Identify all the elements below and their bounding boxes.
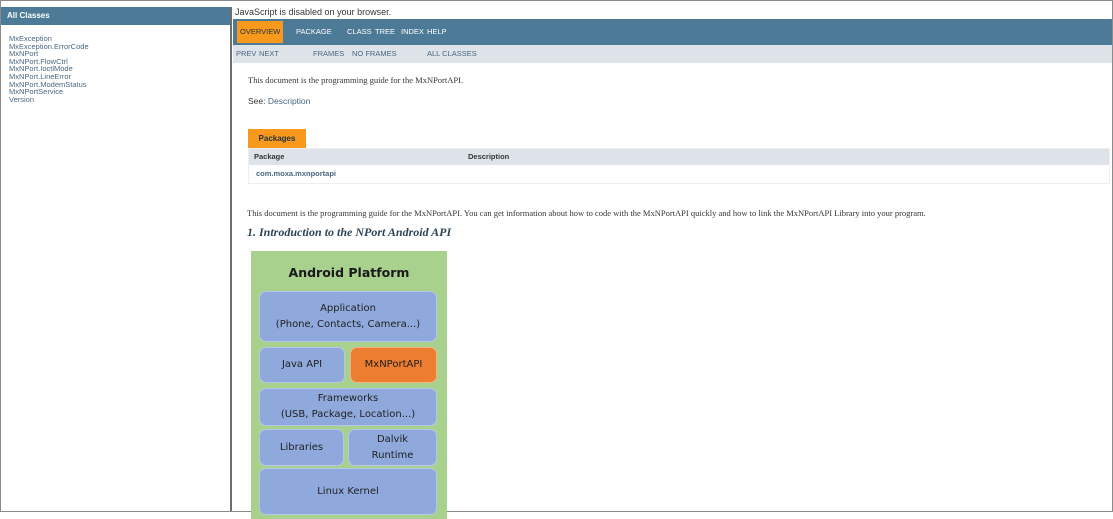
description-link[interactable]: Description xyxy=(268,96,311,106)
nav-class[interactable]: CLASS xyxy=(347,19,372,45)
see-line: See: Description xyxy=(248,96,310,106)
class-link[interactable]: Version xyxy=(9,96,230,104)
all-classes-header: All Classes xyxy=(1,7,230,25)
frameworks-label: Frameworks xyxy=(317,393,379,404)
content-frame: JavaScript is disabled on your browser. … xyxy=(233,7,1112,519)
libraries-label: Libraries xyxy=(279,441,324,453)
sub-nav-bar: PREV NEXT FRAMES NO FRAMES ALL CLASSES xyxy=(233,45,1112,63)
nav-help[interactable]: HELP xyxy=(427,19,447,45)
class-link[interactable]: MxNPortService xyxy=(9,88,230,96)
next-link[interactable]: NEXT xyxy=(259,45,279,63)
application-box: Application (Phone, Contacts, Camera...) xyxy=(259,291,437,342)
class-list: MxException MxException.ErrorCode MxNPor… xyxy=(1,25,230,103)
all-classes-frame: All Classes MxException MxException.Erro… xyxy=(1,7,232,511)
nav-overview[interactable]: OVERVIEW xyxy=(237,21,284,43)
intro-heading: 1. Introduction to the NPort Android API xyxy=(247,225,452,239)
frameworks-sublabel: (USB, Package, Location...) xyxy=(280,409,416,420)
body-text: This document is the programming guide f… xyxy=(247,208,926,218)
table-row: com.moxa.mxnportapi xyxy=(249,165,1109,183)
nav-package[interactable]: PACKAGE xyxy=(296,19,332,45)
mxnportapi-label: MxNPortAPI xyxy=(364,359,423,370)
prev-link[interactable]: PREV xyxy=(236,45,256,63)
linux-kernel-box: Linux Kernel xyxy=(259,468,437,515)
frames-link[interactable]: FRAMES xyxy=(313,45,344,63)
java-api-box: Java API xyxy=(259,347,345,383)
libraries-box: Libraries xyxy=(259,429,344,466)
class-link[interactable]: MxException.ErrorCode xyxy=(9,42,230,51)
packages-table: Package Description com.moxa.mxnportapi xyxy=(248,148,1110,184)
java-api-label: Java API xyxy=(281,359,323,370)
package-link[interactable]: com.moxa.mxnportapi xyxy=(256,165,336,183)
application-label: Application xyxy=(320,302,376,314)
linux-kernel-label: Linux Kernel xyxy=(317,485,379,497)
packages-tab: Packages xyxy=(248,129,306,148)
nav-tree[interactable]: TREE xyxy=(375,19,395,45)
description-column-header: Description xyxy=(468,152,510,161)
dalvik-label: Dalvik xyxy=(376,433,409,445)
top-nav-bar: OVERVIEW PACKAGE CLASS TREE INDEX HELP xyxy=(233,19,1112,45)
see-label: See: xyxy=(248,96,266,106)
runtime-label: Runtime xyxy=(371,449,414,461)
javascript-disabled-message: JavaScript is disabled on your browser. xyxy=(233,7,392,18)
mxnportapi-box: MxNPortAPI xyxy=(350,347,437,383)
application-sublabel: (Phone, Contacts, Camera...) xyxy=(275,318,421,330)
frameworks-box: Frameworks (USB, Package, Location...) xyxy=(259,388,437,426)
all-classes-link[interactable]: ALL CLASSES xyxy=(427,45,477,63)
no-frames-link[interactable]: NO FRAMES xyxy=(352,45,397,63)
intro-text: This document is the programming guide f… xyxy=(248,75,464,85)
table-header-row: Package Description xyxy=(249,149,1109,165)
diagram-title: Android Platform xyxy=(288,265,410,280)
nav-index[interactable]: INDEX xyxy=(401,19,424,45)
package-column-header: Package xyxy=(254,152,285,161)
android-platform-diagram: Android Platform Application (Phone, Con… xyxy=(251,251,447,519)
dalvik-runtime-box: Dalvik Runtime xyxy=(348,429,437,466)
